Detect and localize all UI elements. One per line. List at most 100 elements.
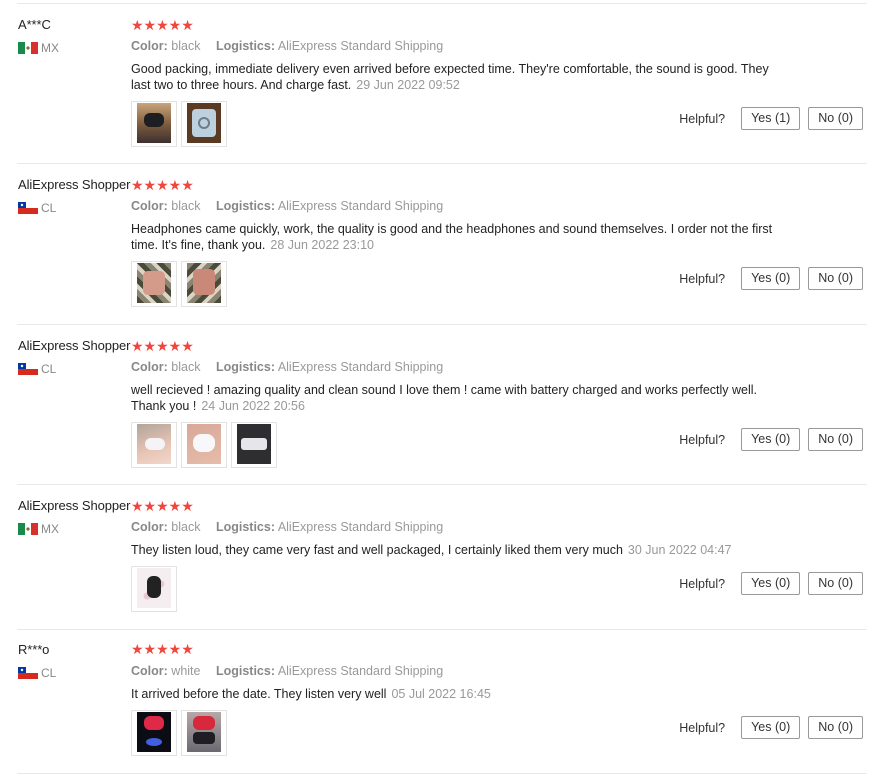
review-photos	[131, 261, 227, 307]
helpful-yes-button[interactable]: Yes (0)	[741, 572, 801, 595]
helpful-no-button[interactable]: No (0)	[808, 572, 863, 595]
helpful-yes-button[interactable]: Yes (0)	[741, 267, 801, 290]
helpful-vote: Helpful? Yes (0) No (0)	[679, 267, 863, 290]
country-code: CL	[41, 666, 57, 680]
reviewer-country: CL	[18, 201, 56, 215]
star-rating: ★★★★★	[131, 338, 194, 354]
country-code: MX	[41, 522, 59, 536]
logistics-label: Logistics:	[215, 360, 276, 374]
review-photo-thumbnail[interactable]	[131, 101, 177, 147]
helpful-label: Helpful?	[679, 271, 726, 286]
review-date: 24 Jun 2022 20:56	[201, 399, 305, 413]
review-photo-thumbnail[interactable]	[131, 261, 177, 307]
logistics-value: AliExpress Standard Shipping	[277, 199, 444, 213]
review-meta: Color: black Logistics: AliExpress Stand…	[131, 360, 443, 374]
country-code: CL	[41, 362, 57, 376]
logistics-label: Logistics:	[215, 520, 276, 534]
reviewer-country: MX	[18, 41, 59, 55]
reviewer-name: AliExpress Shopper	[18, 498, 131, 513]
reviewer-name: A***C	[18, 17, 51, 32]
reviewer-name: AliExpress Shopper	[18, 177, 131, 192]
chile-flag-icon	[18, 363, 38, 375]
helpful-no-button[interactable]: No (0)	[808, 428, 863, 451]
color-label: Color:	[131, 39, 168, 53]
reviewer-country: MX	[18, 522, 59, 536]
review-photos	[131, 710, 227, 756]
color-label: Color:	[131, 199, 168, 213]
review-photo-thumbnail[interactable]	[181, 261, 227, 307]
logistics-value: AliExpress Standard Shipping	[277, 520, 444, 534]
helpful-no-button[interactable]: No (0)	[808, 267, 863, 290]
country-code: CL	[41, 201, 57, 215]
reviewer-country: CL	[18, 362, 56, 376]
helpful-vote: Helpful? Yes (0) No (0)	[679, 572, 863, 595]
review-date: 29 Jun 2022 09:52	[356, 78, 460, 92]
reviewer-country: CL	[18, 666, 56, 680]
helpful-label: Helpful?	[679, 111, 726, 126]
mexico-flag-icon	[18, 42, 38, 54]
color-value: black	[171, 199, 201, 213]
helpful-label: Helpful?	[679, 432, 726, 447]
review-photos	[131, 101, 227, 147]
helpful-yes-button[interactable]: Yes (0)	[741, 716, 801, 739]
logistics-label: Logistics:	[215, 664, 276, 678]
review-photo-thumbnail[interactable]	[131, 566, 177, 612]
helpful-vote: Helpful? Yes (0) No (0)	[679, 716, 863, 739]
color-value: black	[171, 520, 201, 534]
review-item: AliExpress Shopper CL ★★★★★ Color: black…	[17, 164, 867, 325]
country-code: MX	[41, 41, 59, 55]
review-body: They listen loud, they came very fast an…	[131, 543, 623, 557]
helpful-yes-button[interactable]: Yes (1)	[741, 107, 801, 130]
review-photo-thumbnail[interactable]	[181, 422, 227, 468]
review-text: It arrived before the date. They listen …	[131, 686, 781, 702]
review-meta: Color: black Logistics: AliExpress Stand…	[131, 39, 443, 53]
helpful-label: Helpful?	[679, 576, 726, 591]
helpful-vote: Helpful? Yes (0) No (0)	[679, 428, 863, 451]
star-rating: ★★★★★	[131, 17, 194, 33]
review-photo-thumbnail[interactable]	[181, 101, 227, 147]
review-photo-thumbnail[interactable]	[181, 710, 227, 756]
helpful-yes-button[interactable]: Yes (0)	[741, 428, 801, 451]
review-photo-thumbnail[interactable]	[131, 422, 177, 468]
color-label: Color:	[131, 360, 168, 374]
review-body: It arrived before the date. They listen …	[131, 687, 387, 701]
review-photo-thumbnail[interactable]	[131, 710, 177, 756]
review-date: 05 Jul 2022 16:45	[391, 687, 491, 701]
review-photos	[131, 422, 277, 468]
review-item: AliExpress Shopper CL ★★★★★ Color: black…	[17, 325, 867, 485]
helpful-vote: Helpful? Yes (1) No (0)	[679, 107, 863, 130]
color-value: white	[171, 664, 201, 678]
chile-flag-icon	[18, 667, 38, 679]
review-item: A***C MX ★★★★★ Color: black Logistics: A…	[17, 4, 867, 164]
helpful-no-button[interactable]: No (0)	[808, 716, 863, 739]
review-date: 30 Jun 2022 04:47	[627, 543, 732, 557]
review-text: They listen loud, they came very fast an…	[131, 542, 831, 558]
logistics-label: Logistics:	[215, 39, 276, 53]
review-body: Headphones came quickly, work, the quali…	[131, 222, 773, 252]
star-rating: ★★★★★	[131, 641, 194, 657]
reviewer-name: AliExpress Shopper	[18, 338, 131, 353]
review-meta: Color: white Logistics: AliExpress Stand…	[131, 664, 443, 678]
review-item: AliExpress Shopper MX ★★★★★ Color: black…	[17, 485, 867, 630]
reviewer-name: R***o	[18, 642, 50, 657]
review-photos	[131, 566, 177, 612]
logistics-value: AliExpress Standard Shipping	[277, 360, 444, 374]
review-item: R***o CL ★★★★★ Color: white Logistics: A…	[17, 630, 867, 774]
logistics-label: Logistics:	[215, 199, 276, 213]
mexico-flag-icon	[18, 523, 38, 535]
helpful-label: Helpful?	[679, 720, 726, 735]
logistics-value: AliExpress Standard Shipping	[277, 664, 444, 678]
color-label: Color:	[131, 520, 168, 534]
review-meta: Color: black Logistics: AliExpress Stand…	[131, 520, 443, 534]
review-text: Headphones came quickly, work, the quali…	[131, 221, 781, 253]
review-meta: Color: black Logistics: AliExpress Stand…	[131, 199, 443, 213]
star-rating: ★★★★★	[131, 177, 194, 193]
review-text: Good packing, immediate delivery even ar…	[131, 61, 781, 93]
color-value: black	[171, 39, 201, 53]
color-value: black	[171, 360, 201, 374]
chile-flag-icon	[18, 202, 38, 214]
review-date: 28 Jun 2022 23:10	[270, 238, 374, 252]
helpful-no-button[interactable]: No (0)	[808, 107, 863, 130]
review-photo-thumbnail[interactable]	[231, 422, 277, 468]
color-label: Color:	[131, 664, 168, 678]
